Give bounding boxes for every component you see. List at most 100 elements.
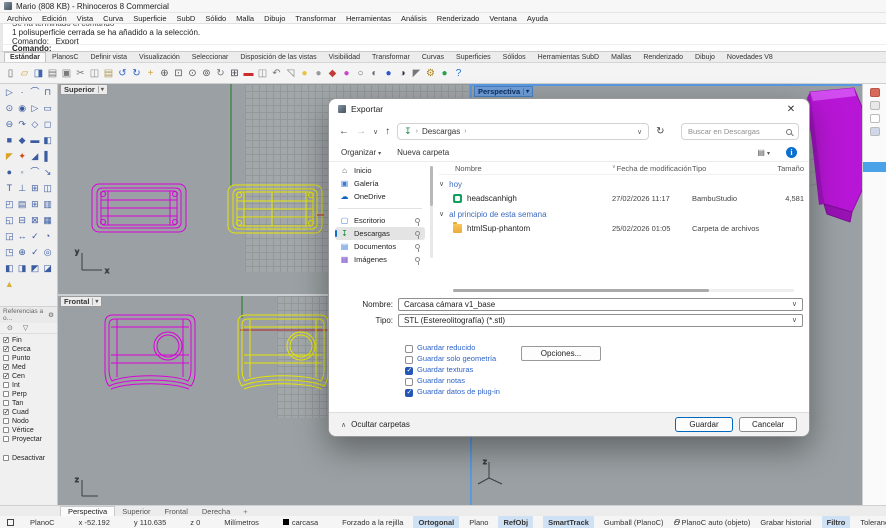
panel-icon[interactable] — [869, 127, 880, 136]
tool-palette-icon[interactable]: ⊓ — [41, 86, 54, 99]
column-header-fecha[interactable]: ∨Fecha de modificación — [612, 164, 692, 173]
move-viewport-icon[interactable]: + — [237, 506, 253, 516]
tool-palette-icon[interactable]: ◎ — [41, 246, 54, 259]
chevron-down-icon[interactable]: ∨ — [792, 300, 797, 308]
tool-palette-icon[interactable]: ✓ — [29, 230, 42, 243]
refresh-icon[interactable]: ↻ — [656, 126, 664, 137]
sidebar-item-onedrive[interactable]: ☁ OneDrive — [335, 190, 425, 203]
rotate-icon[interactable]: ↶ — [270, 65, 283, 81]
toolbar-tab[interactable]: Curvas — [416, 52, 450, 62]
sidebar-item-imagenes[interactable]: ▦ Imágenes — [335, 253, 425, 266]
status-item[interactable]: Tolerancia absoluta: 0.001 — [860, 516, 886, 528]
organize-menu[interactable]: Organizar ▾ — [341, 148, 381, 157]
tool-palette-icon[interactable]: ↷ — [16, 118, 29, 131]
breadcrumb[interactable]: Descargas — [422, 127, 460, 136]
toolbar-tab[interactable]: Estándar — [4, 52, 46, 62]
status-item[interactable]: Gumball (PlanoC) — [604, 516, 664, 528]
menu-item[interactable]: Dibujo — [259, 14, 290, 23]
menu-item[interactable]: Vista — [72, 14, 99, 23]
status-item[interactable]: RefObj — [498, 516, 534, 528]
sidebar-item-galeria[interactable]: ▣ Galería — [335, 177, 425, 190]
tool-palette-icon[interactable]: ◫ — [41, 182, 54, 195]
tool-palette-icon[interactable]: ⌒ — [29, 166, 42, 179]
save-option-checkbox[interactable]: Guardar notas — [405, 376, 509, 386]
tool-palette-icon[interactable]: ◧ — [3, 262, 16, 275]
chevron-down-icon[interactable]: ∨ — [439, 210, 444, 218]
status-item[interactable]: Plano — [469, 516, 488, 528]
tool-palette-icon[interactable]: ◪ — [41, 262, 54, 275]
tool-palette-icon[interactable]: ■ — [3, 134, 16, 147]
menu-item[interactable]: Superficie — [128, 14, 171, 23]
toolbar-tab[interactable]: Renderizado — [637, 52, 689, 62]
recent-locations-chevron-icon[interactable]: ∨ — [373, 128, 378, 136]
magenta-wireframe-box[interactable] — [91, 183, 187, 233]
paste-icon[interactable]: ▤ — [102, 65, 115, 81]
gears-icon[interactable]: ⚙ — [424, 65, 437, 81]
toolbar-tab[interactable]: Dibujo — [689, 52, 721, 62]
status-item[interactable]: Milímetros — [224, 516, 259, 528]
checkbox[interactable] — [3, 408, 9, 416]
tool-palette-icon[interactable]: ⊖ — [3, 118, 16, 131]
tool-palette-icon[interactable]: ◰ — [3, 198, 16, 211]
yellow-wireframe-box[interactable] — [227, 184, 323, 234]
filename-input[interactable]: Carcasa cámara v1_base ∨ — [398, 297, 803, 311]
menu-item[interactable]: Ventana — [484, 14, 522, 23]
print-icon[interactable]: ▤ — [46, 65, 59, 81]
tool-palette-icon[interactable]: ◇ — [29, 118, 42, 131]
tool-palette-icon[interactable]: ● — [3, 166, 16, 179]
undo-icon[interactable]: ↺ — [116, 65, 129, 81]
view-mode-button[interactable]: ▤ ▾ — [757, 148, 770, 157]
panel-icon[interactable] — [869, 114, 880, 123]
tool-palette-icon[interactable]: T — [3, 182, 16, 195]
menu-item[interactable]: Malla — [231, 14, 259, 23]
tool-palette-icon[interactable]: ◔ — [41, 230, 54, 243]
sidebar-item-descargas[interactable]: ↧ Descargas — [335, 227, 425, 240]
save-option-checkbox[interactable]: Guardar solo geometría — [405, 354, 509, 364]
tool-palette-icon[interactable]: ▷ — [3, 86, 16, 99]
move-icon[interactable]: ▬ — [242, 65, 255, 81]
osnap-magnet-icon[interactable]: ⊙ — [7, 324, 13, 332]
tool-palette-icon[interactable]: ⊙ — [3, 102, 16, 115]
osnap-item[interactable]: Cerca — [3, 345, 54, 353]
copy-object-icon[interactable]: ◫ — [256, 65, 269, 81]
status-item[interactable]: PlanoC — [30, 516, 55, 528]
tool-palette-icon[interactable]: ↘ — [41, 166, 54, 179]
lamp-icon[interactable]: ● — [298, 65, 311, 81]
menu-item[interactable]: Análisis — [396, 14, 432, 23]
tool-palette-icon[interactable]: ◨ — [16, 262, 29, 275]
toolbar-tab[interactable]: Seleccionar — [186, 52, 235, 62]
tool-palette-icon[interactable]: ◤ — [3, 150, 16, 163]
scale-icon[interactable]: ◹ — [284, 65, 297, 81]
checkbox[interactable] — [3, 345, 9, 353]
viewport-tab[interactable]: Superior — [115, 506, 157, 516]
osnap-item[interactable]: Perp — [3, 390, 54, 398]
checkbox[interactable] — [405, 345, 413, 353]
viewport-tab[interactable]: Perspectiva — [60, 506, 116, 516]
status-item[interactable]: carcasa — [282, 516, 318, 528]
tool-palette-icon[interactable]: ▭ — [41, 102, 54, 115]
zoom-selected-icon[interactable]: ⊙ — [186, 65, 199, 81]
file-row[interactable]: htmlSup-phantom 25/02/2026 01:05 Carpeta… — [439, 221, 804, 235]
panel-icon[interactable] — [869, 88, 880, 97]
checkbox[interactable] — [3, 372, 9, 380]
yellow-wireframe-housing[interactable] — [237, 314, 329, 390]
tool-palette-icon[interactable]: ◱ — [3, 214, 16, 227]
address-bar[interactable]: ↧ › Descargas › ∨ — [397, 123, 650, 140]
file-row[interactable]: headscanhigh 27/02/2026 11:17 BambuStudi… — [439, 191, 804, 205]
menu-item[interactable]: SubD — [172, 14, 201, 23]
chevron-down-icon[interactable]: ∨ — [792, 316, 797, 324]
tool-palette-icon[interactable]: ▌ — [41, 150, 54, 163]
status-item[interactable]: PlanoC auto (objeto) — [673, 516, 750, 528]
lock-icon[interactable]: ● — [312, 65, 325, 81]
tool-palette-icon[interactable]: ▦ — [41, 214, 54, 227]
rotate-view-icon[interactable]: ↻ — [214, 65, 227, 81]
status-item[interactable]: Filtro — [821, 516, 851, 528]
menu-item[interactable]: Curva — [98, 14, 128, 23]
menu-item[interactable]: Archivo — [2, 14, 37, 23]
tool-palette-icon[interactable]: ▤ — [16, 198, 29, 211]
shield-icon[interactable]: ◆ — [326, 65, 339, 81]
status-item[interactable]: Ortogonal — [413, 516, 460, 528]
purple-shaded-solid[interactable] — [807, 87, 862, 223]
cancel-button[interactable]: Cancelar — [739, 417, 797, 432]
toolbar-tab[interactable]: PlanosC — [46, 52, 84, 62]
